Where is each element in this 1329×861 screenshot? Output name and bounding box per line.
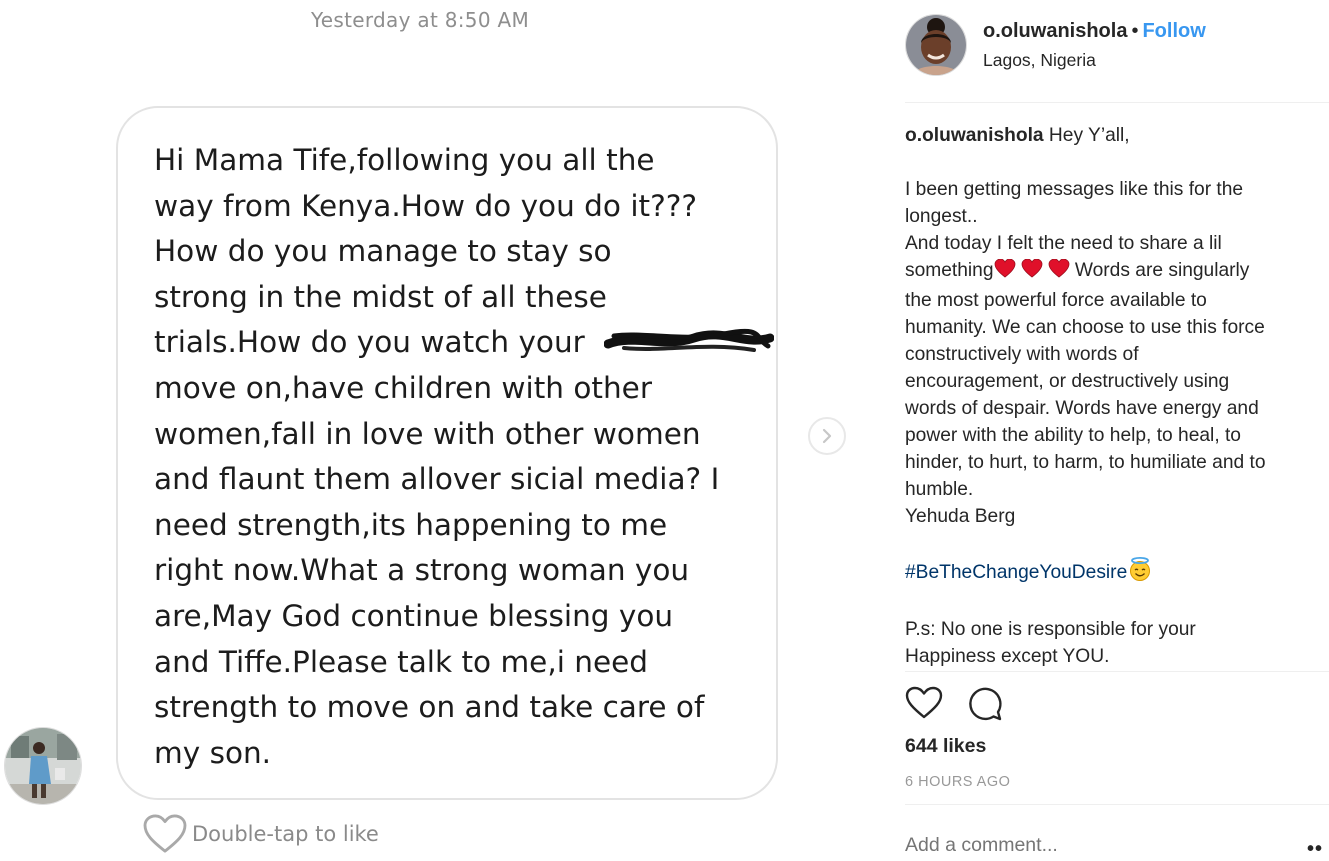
poster-avatar-photo [906,15,966,75]
actions-divider [905,804,1329,805]
separator-dot: • [1131,20,1139,42]
caption-body: Words are singularly the most powerful f… [905,260,1266,527]
double-tap-like[interactable]: Double-tap to like [142,814,379,854]
angel-emoji [1127,557,1153,589]
message-bubble: Hi Mama Tife,following you all the way f… [116,106,778,800]
header-divider [905,102,1329,103]
message-text: Hi Mama Tife,following you all the way f… [154,143,720,770]
follow-button[interactable]: Follow [1142,20,1205,42]
dm-timestamp: Yesterday at 8:50 AM [310,8,530,32]
dm-screenshot: Yesterday at 8:50 AM Hi Mama Tife,follow… [0,0,870,854]
post-caption: o.oluwanishola Hey Y’all, I been getting… [905,122,1325,670]
sender-avatar [4,727,82,805]
header-user-line: o.oluwanishola • Follow [983,20,1206,43]
caption-username[interactable]: o.oluwanishola [905,125,1044,146]
post-time-ago[interactable]: 6 HOURS AGO [905,774,1010,790]
heart-outline-icon [143,814,187,853]
post-actions [905,686,1003,722]
likes-count[interactable]: 644 likes [905,735,986,758]
caption-hashtag[interactable]: #BeTheChangeYouDesire [905,562,1127,583]
poster-avatar[interactable] [905,14,967,76]
heart-icon[interactable] [905,686,943,720]
post-panel: o.oluwanishola • Follow Lagos, Nigeria o.o… [905,0,1329,860]
double-tap-label: Double-tap to like [192,822,379,846]
caption-ps: P.s: No one is responsible for your Happ… [905,619,1196,667]
post-location[interactable]: Lagos, Nigeria [983,50,1096,71]
heart-emoji-icon [994,258,1069,278]
comment-icon[interactable] [967,686,1003,722]
poster-username[interactable]: o.oluwanishola [983,20,1127,42]
chevron-right-icon [822,428,832,444]
smiling-face-with-halo-icon [1130,557,1151,581]
sender-avatar-photo [5,728,81,804]
next-slide-button[interactable] [808,417,846,455]
redaction-scribble [604,328,774,352]
caption-intro: Hey Y’all, I been getting messages like … [905,125,1244,281]
post-header: o.oluwanishola • Follow Lagos, Nigeria [905,14,1329,78]
more-options-button[interactable]: •• [1307,838,1323,861]
hearts-emoji [994,258,1070,287]
caption-divider [905,671,1329,672]
